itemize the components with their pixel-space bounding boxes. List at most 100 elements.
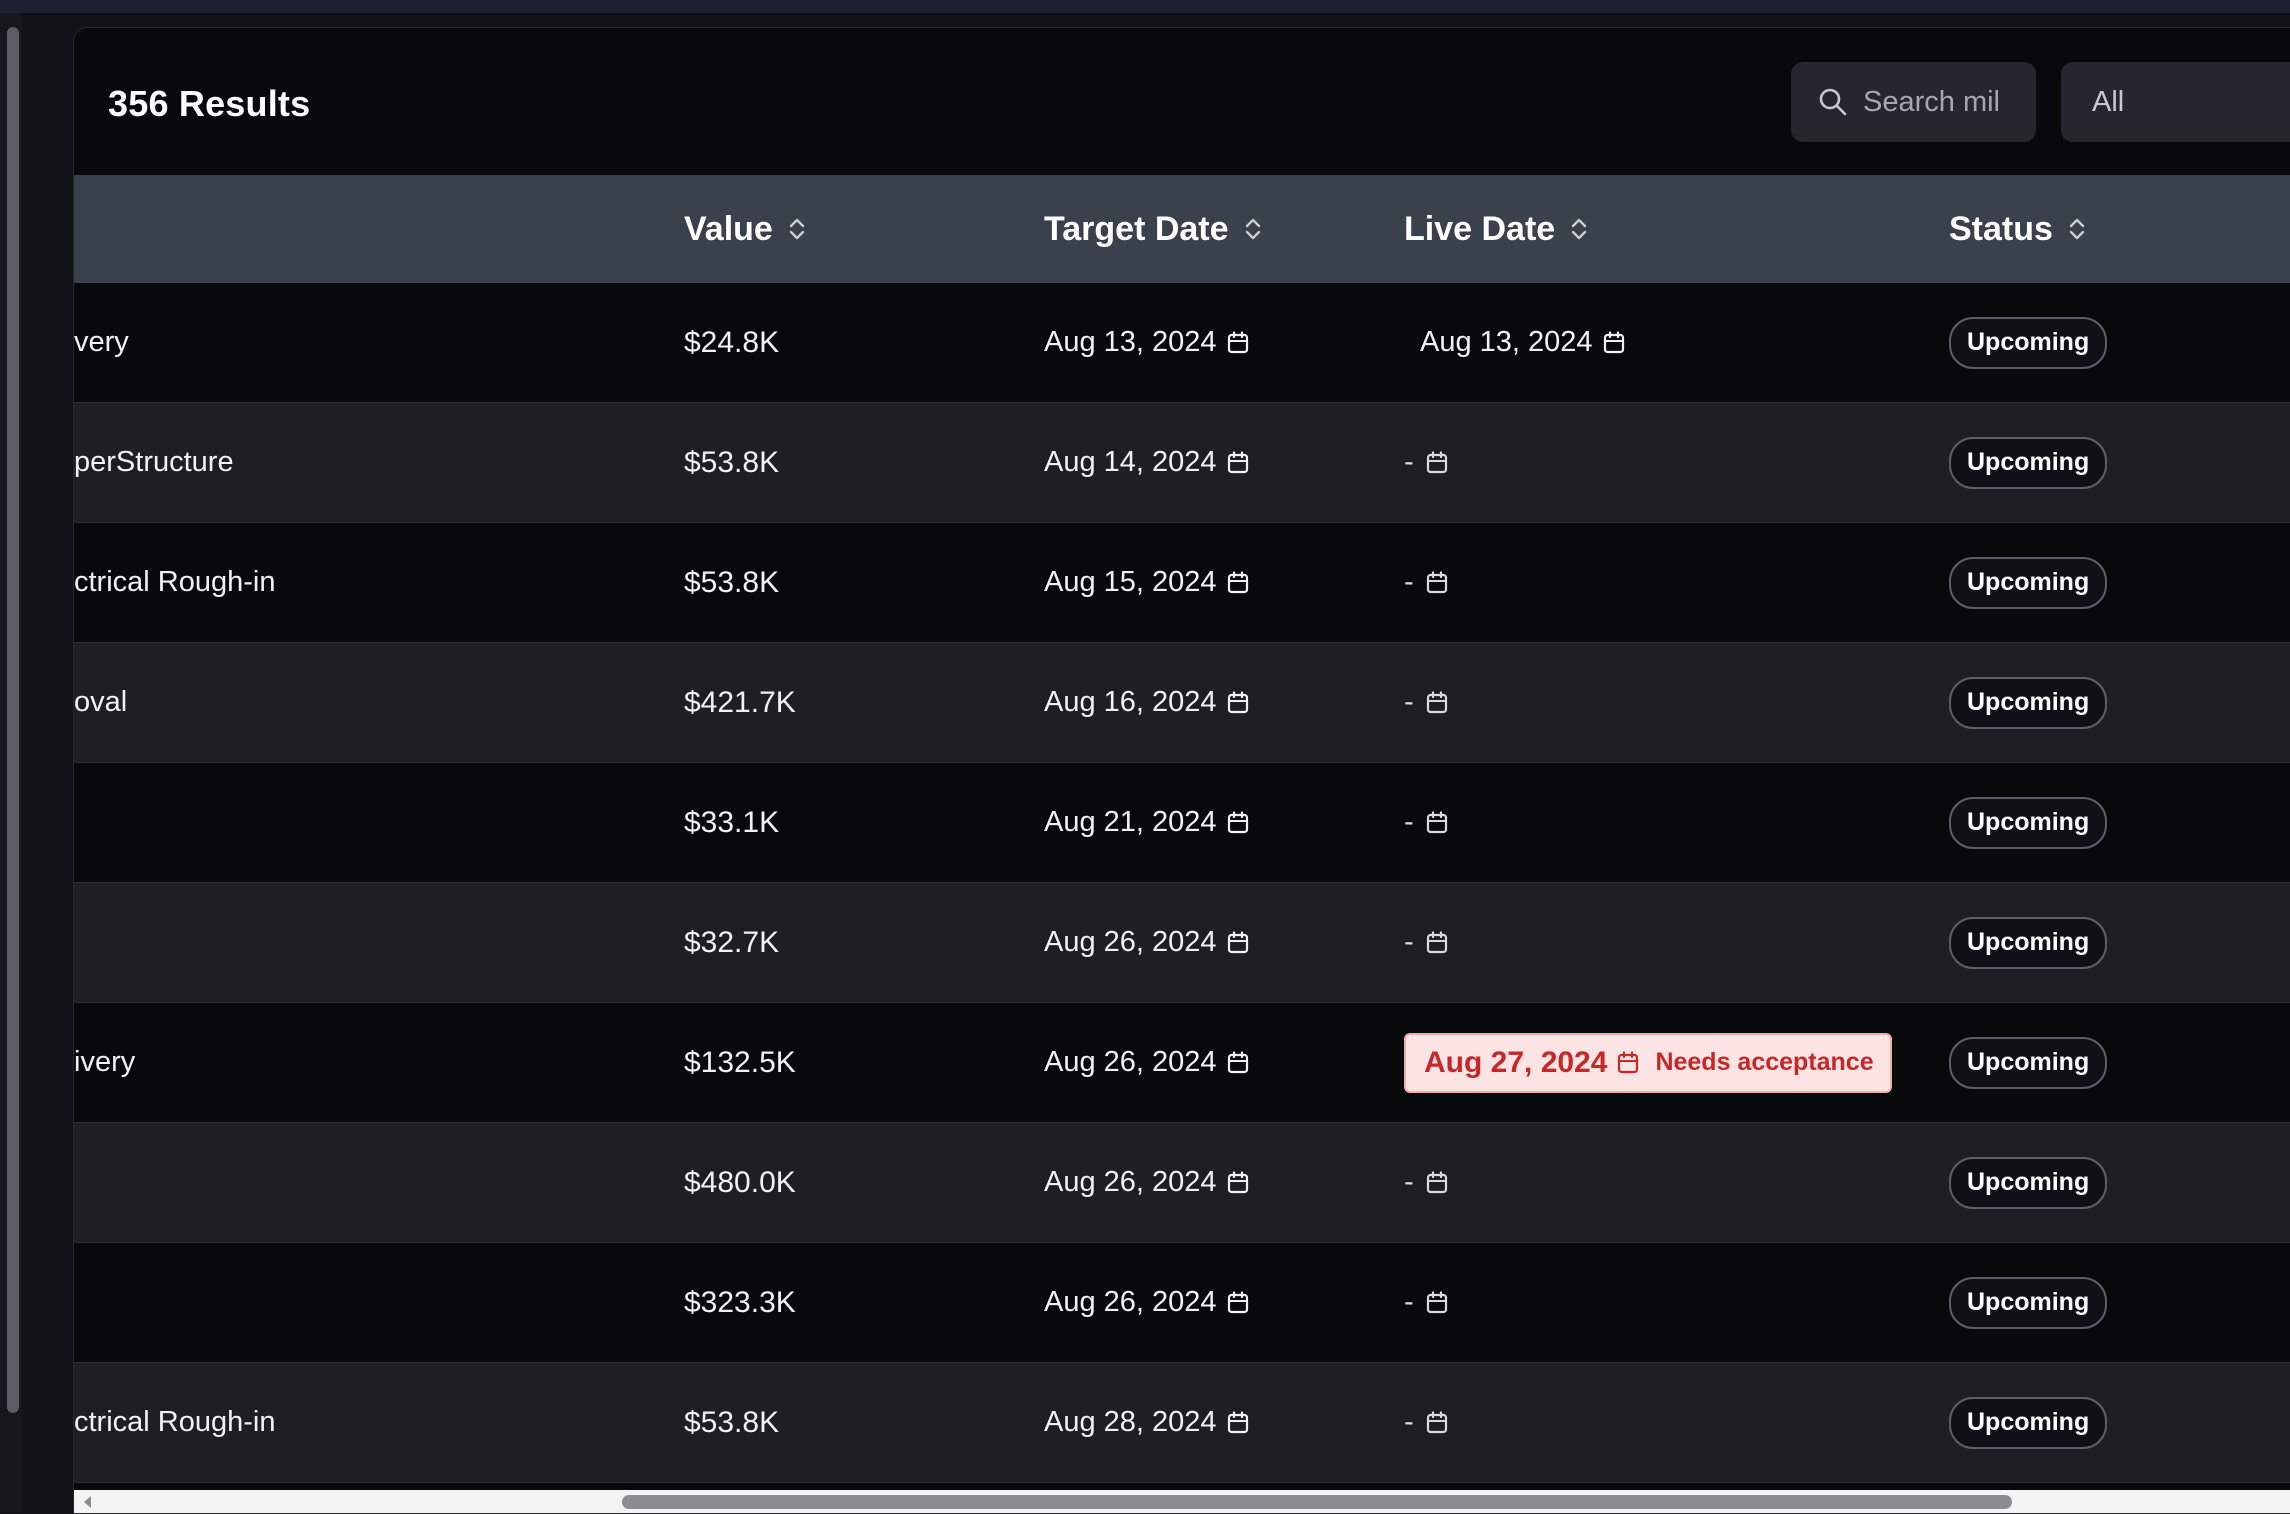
target-date-text: Aug 14, 2024 xyxy=(1044,446,1217,478)
milestone-name: ivery xyxy=(74,1046,136,1078)
needs-acceptance-box[interactable]: Aug 27, 2024 Needs acceptance xyxy=(1404,1032,1892,1093)
live-date-empty[interactable]: - xyxy=(1404,566,1448,599)
calendar-icon[interactable] xyxy=(1227,330,1249,355)
live-date-cell: - xyxy=(1404,523,1448,642)
calendar-icon[interactable] xyxy=(1227,1050,1249,1075)
target-date-cell: Aug 26, 2024 xyxy=(1044,1243,1249,1362)
target-date-cell: Aug 28, 2024 xyxy=(1044,1363,1249,1482)
target-date-cell: Aug 21, 2024 xyxy=(1044,763,1249,882)
scroll-left-arrow-icon[interactable] xyxy=(80,1494,96,1510)
calendar-icon[interactable] xyxy=(1426,930,1448,955)
target-date-text: Aug 26, 2024 xyxy=(1044,1286,1217,1318)
table-row[interactable]: very $24.8K Aug 13, 2024 Aug 13, 2024 Upco… xyxy=(74,283,2290,403)
table-row[interactable]: $480.0K Aug 26, 2024 - Upcoming xyxy=(74,1123,2290,1243)
calendar-icon[interactable] xyxy=(1426,570,1448,595)
calendar-icon[interactable] xyxy=(1227,1290,1249,1315)
column-header-live-date[interactable]: Live Date xyxy=(1404,175,1589,283)
live-date-value[interactable]: Aug 13, 2024 xyxy=(1420,326,1625,359)
table-row[interactable]: ctrical Rough-in $53.8K Aug 28, 2024 - Upc… xyxy=(74,1363,2290,1483)
milestone-value: $421.7K xyxy=(684,685,796,719)
status-filter-select[interactable]: All xyxy=(2061,62,2290,142)
status-badge[interactable]: Upcoming xyxy=(1949,916,2108,969)
horizontal-scrollbar-thumb[interactable] xyxy=(622,1495,2012,1509)
table-row[interactable]: oval $421.7K Aug 16, 2024 - Upcoming xyxy=(74,643,2290,763)
live-date-cell: - xyxy=(1404,883,1448,1002)
calendar-icon[interactable] xyxy=(1426,690,1448,715)
table-row[interactable]: perStructure $53.8K Aug 14, 2024 - Upcomin… xyxy=(74,403,2290,523)
milestone-name: oval xyxy=(74,686,128,718)
live-date-empty[interactable]: - xyxy=(1404,806,1448,839)
status-cell: Upcoming xyxy=(1949,1123,2108,1242)
target-date-text: Aug 28, 2024 xyxy=(1044,1406,1217,1438)
page-scrollbar-thumb[interactable] xyxy=(7,27,19,1413)
table-row[interactable]: $32.7K Aug 26, 2024 - Upcoming xyxy=(74,883,2290,1003)
search-input[interactable] xyxy=(1863,85,2013,119)
needs-acceptance-label: Needs acceptance xyxy=(1655,1048,1874,1076)
live-date-empty[interactable]: - xyxy=(1404,446,1448,479)
status-badge[interactable]: Upcoming xyxy=(1949,436,2108,489)
filter-selected-value: All xyxy=(2092,85,2125,118)
target-date-cell: Aug 15, 2024 xyxy=(1044,523,1249,642)
live-date-empty[interactable]: - xyxy=(1404,686,1448,719)
live-date-empty[interactable]: - xyxy=(1404,1406,1448,1439)
table-header: Value Target Date Live Date Status xyxy=(74,175,2290,283)
target-date-text: Aug 26, 2024 xyxy=(1044,1046,1217,1078)
live-date-text: - xyxy=(1404,1166,1414,1198)
status-badge[interactable]: Upcoming xyxy=(1949,556,2108,609)
live-date-text: - xyxy=(1404,806,1414,838)
column-header-target-date[interactable]: Target Date xyxy=(1044,175,1263,283)
live-date-empty[interactable]: - xyxy=(1404,1166,1448,1199)
calendar-icon[interactable] xyxy=(1227,690,1249,715)
milestone-value: $132.5K xyxy=(684,1045,796,1079)
milestone-value: $53.8K xyxy=(684,1405,780,1439)
live-date-empty[interactable]: - xyxy=(1404,1286,1448,1319)
status-badge[interactable]: Upcoming xyxy=(1949,1276,2108,1329)
target-date-cell: Aug 26, 2024 xyxy=(1044,883,1249,1002)
search-field[interactable] xyxy=(1791,62,2036,142)
column-header-label: Status xyxy=(1949,209,2053,248)
column-header-label: Value xyxy=(684,209,773,248)
search-icon xyxy=(1817,86,1849,118)
status-badge[interactable]: Upcoming xyxy=(1949,796,2108,849)
table-row[interactable]: ctrical Rough-in $53.8K Aug 15, 2024 - Upc… xyxy=(74,523,2290,643)
status-badge[interactable]: Upcoming xyxy=(1949,676,2108,729)
target-date-text: Aug 21, 2024 xyxy=(1044,806,1217,838)
sort-icon xyxy=(787,216,807,242)
calendar-icon[interactable] xyxy=(1227,930,1249,955)
calendar-icon[interactable] xyxy=(1426,810,1448,835)
live-date-text: - xyxy=(1404,1286,1414,1318)
status-badge[interactable]: Upcoming xyxy=(1949,316,2108,369)
sort-icon xyxy=(1243,216,1263,242)
table-row[interactable]: ivery $132.5K Aug 26, 2024 Aug 27, 2024 Ne… xyxy=(74,1003,2290,1123)
milestone-value: $323.3K xyxy=(684,1285,796,1319)
calendar-icon[interactable] xyxy=(1426,1410,1448,1435)
status-cell: Upcoming xyxy=(1949,883,2108,1002)
live-date-empty[interactable]: - xyxy=(1404,926,1448,959)
table-row[interactable]: $33.1K Aug 21, 2024 - Upcoming xyxy=(74,763,2290,883)
milestone-value: $53.8K xyxy=(684,445,780,479)
calendar-icon[interactable] xyxy=(1426,1170,1448,1195)
column-header-value[interactable]: Value xyxy=(684,175,807,283)
calendar-icon[interactable] xyxy=(1227,810,1249,835)
horizontal-scrollbar-track[interactable] xyxy=(74,1490,2290,1513)
status-badge[interactable]: Upcoming xyxy=(1949,1396,2108,1449)
calendar-icon[interactable] xyxy=(1426,450,1448,475)
calendar-icon[interactable] xyxy=(1227,1410,1249,1435)
calendar-icon[interactable] xyxy=(1617,1050,1639,1075)
table-row[interactable]: $323.3K Aug 26, 2024 - Upcoming xyxy=(74,1243,2290,1363)
calendar-icon[interactable] xyxy=(1603,330,1625,355)
status-badge[interactable]: Upcoming xyxy=(1949,1156,2108,1209)
milestone-value: $24.8K xyxy=(684,325,780,359)
calendar-icon[interactable] xyxy=(1426,1290,1448,1315)
live-date-text: Aug 13, 2024 xyxy=(1420,326,1593,358)
column-header-status[interactable]: Status xyxy=(1949,175,2087,283)
calendar-icon[interactable] xyxy=(1227,1170,1249,1195)
status-cell: Upcoming xyxy=(1949,1003,2108,1122)
status-cell: Upcoming xyxy=(1949,643,2108,762)
calendar-icon[interactable] xyxy=(1227,450,1249,475)
calendar-icon[interactable] xyxy=(1227,570,1249,595)
live-date-cell: - xyxy=(1404,403,1448,522)
status-cell: Upcoming xyxy=(1949,1243,2108,1362)
status-badge[interactable]: Upcoming xyxy=(1949,1036,2108,1089)
page-scrollbar-track[interactable] xyxy=(0,13,22,1512)
